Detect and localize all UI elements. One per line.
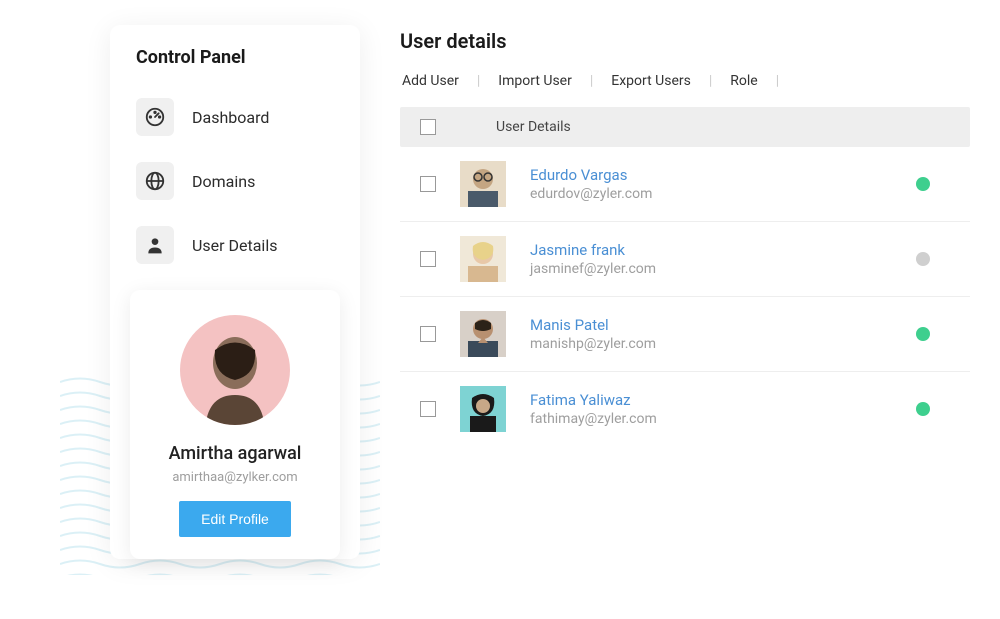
status-badge [916,402,930,416]
row-checkbox[interactable] [420,176,436,192]
user-email: jasminef@zyler.com [530,261,892,277]
user-email: fathimay@zyler.com [530,411,892,427]
user-name-link[interactable]: Fatima Yaliwaz [530,391,892,409]
column-header-user-details: User Details [496,119,571,135]
avatar [460,386,506,432]
profile-name: Amirtha agarwal [148,443,322,464]
sidebar-item-label: User Details [192,236,277,255]
table-row: Fatima Yaliwaz fathimay@zyler.com [400,372,970,446]
avatar [460,311,506,357]
table-row: Jasmine frank jasminef@zyler.com [400,222,970,297]
avatar [180,315,290,425]
user-name-link[interactable]: Edurdo Vargas [530,166,892,184]
status-badge [916,327,930,341]
profile-email: amirthaa@zylker.com [148,470,322,485]
role-action[interactable]: Role [730,73,757,89]
sidebar-item-domains[interactable]: Domains [130,154,340,208]
table-header: User Details [400,107,970,147]
user-name-link[interactable]: Jasmine frank [530,241,892,259]
table-row: Manis Patel manishp@zyler.com [400,297,970,372]
row-checkbox[interactable] [420,401,436,417]
import-user-action[interactable]: Import User [498,73,572,89]
row-checkbox[interactable] [420,326,436,342]
profile-card: Amirtha agarwal amirthaa@zylker.com Edit… [130,290,340,559]
page-title: User details [400,29,970,53]
sidebar: Control Panel Dashboard [110,25,360,559]
select-all-checkbox[interactable] [420,119,436,135]
user-name-link[interactable]: Manis Patel [530,316,892,334]
table-row: Edurdo Vargas edurdov@zyler.com [400,147,970,222]
avatar [460,236,506,282]
status-badge [916,252,930,266]
sidebar-title: Control Panel [130,47,340,68]
gauge-icon [136,98,174,136]
sidebar-item-dashboard[interactable]: Dashboard [130,90,340,144]
globe-icon [136,162,174,200]
sidebar-item-user-details[interactable]: User Details [130,218,340,272]
status-badge [916,177,930,191]
sidebar-item-label: Domains [192,172,255,191]
avatar [460,161,506,207]
main-panel: User details Add User | Import User | Ex… [400,25,970,559]
row-checkbox[interactable] [420,251,436,267]
user-email: manishp@zyler.com [530,336,892,352]
user-email: edurdov@zyler.com [530,186,892,202]
action-bar: Add User | Import User | Export Users | … [400,73,970,89]
export-users-action[interactable]: Export Users [611,73,691,89]
sidebar-item-label: Dashboard [192,108,269,127]
add-user-action[interactable]: Add User [402,73,459,89]
edit-profile-button[interactable]: Edit Profile [179,501,291,537]
user-icon [136,226,174,264]
